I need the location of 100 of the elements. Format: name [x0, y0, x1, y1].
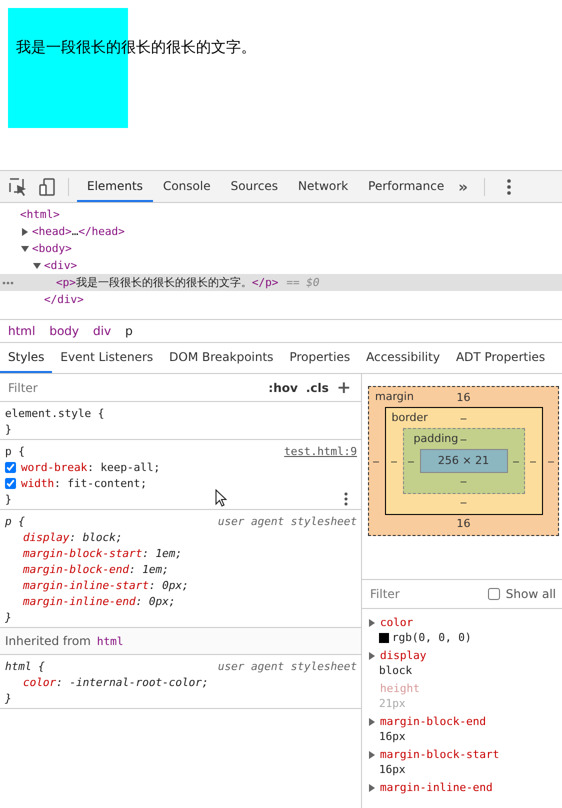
property-name: display: [23, 530, 70, 544]
html-tag: </head>: [78, 225, 125, 238]
property-name: margin-block-start: [380, 748, 500, 761]
checkbox[interactable]: [5, 462, 16, 472]
expand-arrow-icon[interactable]: [368, 650, 376, 660]
box-label: padding: [414, 432, 458, 445]
property-value: : 0px;: [136, 594, 176, 608]
panel-tab[interactable]: Elements: [77, 171, 153, 202]
property-name: display: [380, 649, 426, 662]
property-name: margin-block-start: [23, 546, 142, 560]
box-value: ‒: [528, 454, 538, 468]
content-box: 256 × 21: [420, 449, 508, 473]
node-reference: == $0: [286, 276, 320, 289]
cursor-icon[interactable]: [215, 489, 227, 507]
new-rule-button[interactable]: +: [332, 378, 355, 398]
sidebar-tab[interactable]: Event Listeners: [52, 343, 162, 373]
html-tag: </div>: [44, 293, 84, 306]
sidebar-tab[interactable]: Properties: [281, 343, 358, 373]
box-value: ‒: [406, 454, 416, 468]
panel-tab[interactable]: Sources: [220, 171, 288, 202]
breadcrumb[interactable]: html: [8, 324, 36, 338]
selector-text: p {: [5, 514, 25, 528]
box-value: ‒: [460, 495, 467, 511]
expand-arrow-icon[interactable]: [368, 782, 376, 792]
panel-tab[interactable]: Network: [288, 171, 358, 202]
selector-text: element.style {: [5, 406, 104, 420]
box-value: ‒: [390, 454, 398, 468]
closing-brace: }: [5, 692, 12, 704]
property-value: : 1em;: [128, 562, 169, 576]
closing-brace: }: [5, 492, 12, 506]
box-value: 16: [456, 390, 470, 406]
box-value: ‒: [512, 454, 520, 468]
sidebar-tab[interactable]: ADT Properties: [448, 343, 554, 373]
property-name: height: [380, 682, 420, 695]
property-name: margin-inline-end: [380, 781, 493, 794]
selector-text: p {: [5, 444, 25, 458]
breadcrumb[interactable]: div: [93, 324, 112, 338]
source-label: user agent stylesheet: [218, 514, 357, 528]
html-tag: </p>: [252, 276, 278, 289]
collapsed-arrow-icon[interactable]: [20, 226, 30, 236]
html-tag: <body>: [32, 242, 72, 255]
property-value: block: [379, 664, 412, 677]
color-swatch[interactable]: [379, 632, 389, 642]
panel-tab[interactable]: Performance: [358, 171, 454, 202]
filter-field[interactable]: Filter: [368, 586, 488, 602]
property-name: color: [23, 676, 56, 688]
inspect-icon[interactable]: [8, 176, 28, 196]
expand-arrow-icon[interactable]: [368, 750, 376, 760]
property-value: : fit-content;: [54, 476, 147, 490]
sidebar-tab[interactable]: DOM Breakpoints: [161, 343, 282, 373]
sidebar-tab[interactable]: Styles: [0, 343, 52, 373]
sidebar-tab[interactable]: Accessibility: [358, 343, 448, 373]
box-value: ‒: [460, 474, 467, 490]
breadcrumb[interactable]: body: [49, 324, 80, 338]
more-icon[interactable]: [2, 281, 14, 285]
device-icon[interactable]: [37, 176, 57, 196]
more-icon[interactable]: [343, 491, 349, 507]
source-link[interactable]: test.html:9: [284, 444, 357, 458]
expanded-arrow-icon[interactable]: [20, 244, 30, 254]
property-value: : 0px;: [148, 578, 189, 592]
html-tag: <div>: [44, 259, 78, 272]
selected-row[interactable]: <p>我是一段很长的很长的很长的文字。</p> == $0: [0, 274, 562, 291]
closing-brace: }: [5, 610, 12, 624]
filter-field[interactable]: Filter: [6, 380, 264, 396]
property-value: : block;: [69, 530, 122, 544]
checkbox[interactable]: [488, 588, 500, 600]
checkbox-label: Show all: [506, 587, 556, 601]
node-text: 我是一段很长的很长的很长的文字。: [76, 275, 252, 290]
more-tabs-button[interactable]: »: [454, 178, 482, 196]
hover-state-button[interactable]: :hov: [264, 380, 302, 394]
property-value: rgb(0, 0, 0): [392, 631, 472, 644]
class-button[interactable]: .cls: [302, 380, 333, 394]
property-value: 21px: [379, 697, 406, 710]
box-value: ‒: [460, 432, 467, 448]
box-label: border: [392, 411, 428, 424]
property-name: margin-inline-end: [23, 594, 136, 608]
property-name: margin-block-end: [23, 562, 129, 576]
checkbox[interactable]: [5, 478, 16, 488]
property-value: 16px: [379, 730, 406, 743]
property-name: word-break: [21, 460, 88, 474]
html-tag: <p>: [56, 276, 76, 289]
property-name: margin-inline-start: [23, 578, 149, 592]
ellipsis-text: …: [72, 225, 78, 238]
panel-tab[interactable]: Console: [152, 171, 221, 202]
box-value: 16: [456, 516, 470, 532]
property-name: width: [21, 476, 54, 490]
property-value: : -internal-root-color;: [56, 676, 208, 688]
closing-brace: }: [5, 422, 12, 436]
property-name: margin-block-end: [380, 715, 486, 728]
element-link[interactable]: html: [96, 634, 124, 648]
box-label: margin: [375, 390, 414, 403]
expanded-arrow-icon[interactable]: [32, 260, 42, 270]
expand-arrow-icon[interactable]: [368, 618, 376, 628]
breadcrumb[interactable]: p: [125, 324, 133, 338]
html-tag: <head>: [32, 225, 72, 238]
property-value: : 1em;: [142, 546, 182, 560]
html-tag: <html>: [20, 208, 60, 221]
property-value: 16px: [379, 763, 406, 776]
expand-arrow-icon[interactable]: [368, 716, 376, 726]
selector-text: html {: [5, 660, 45, 672]
